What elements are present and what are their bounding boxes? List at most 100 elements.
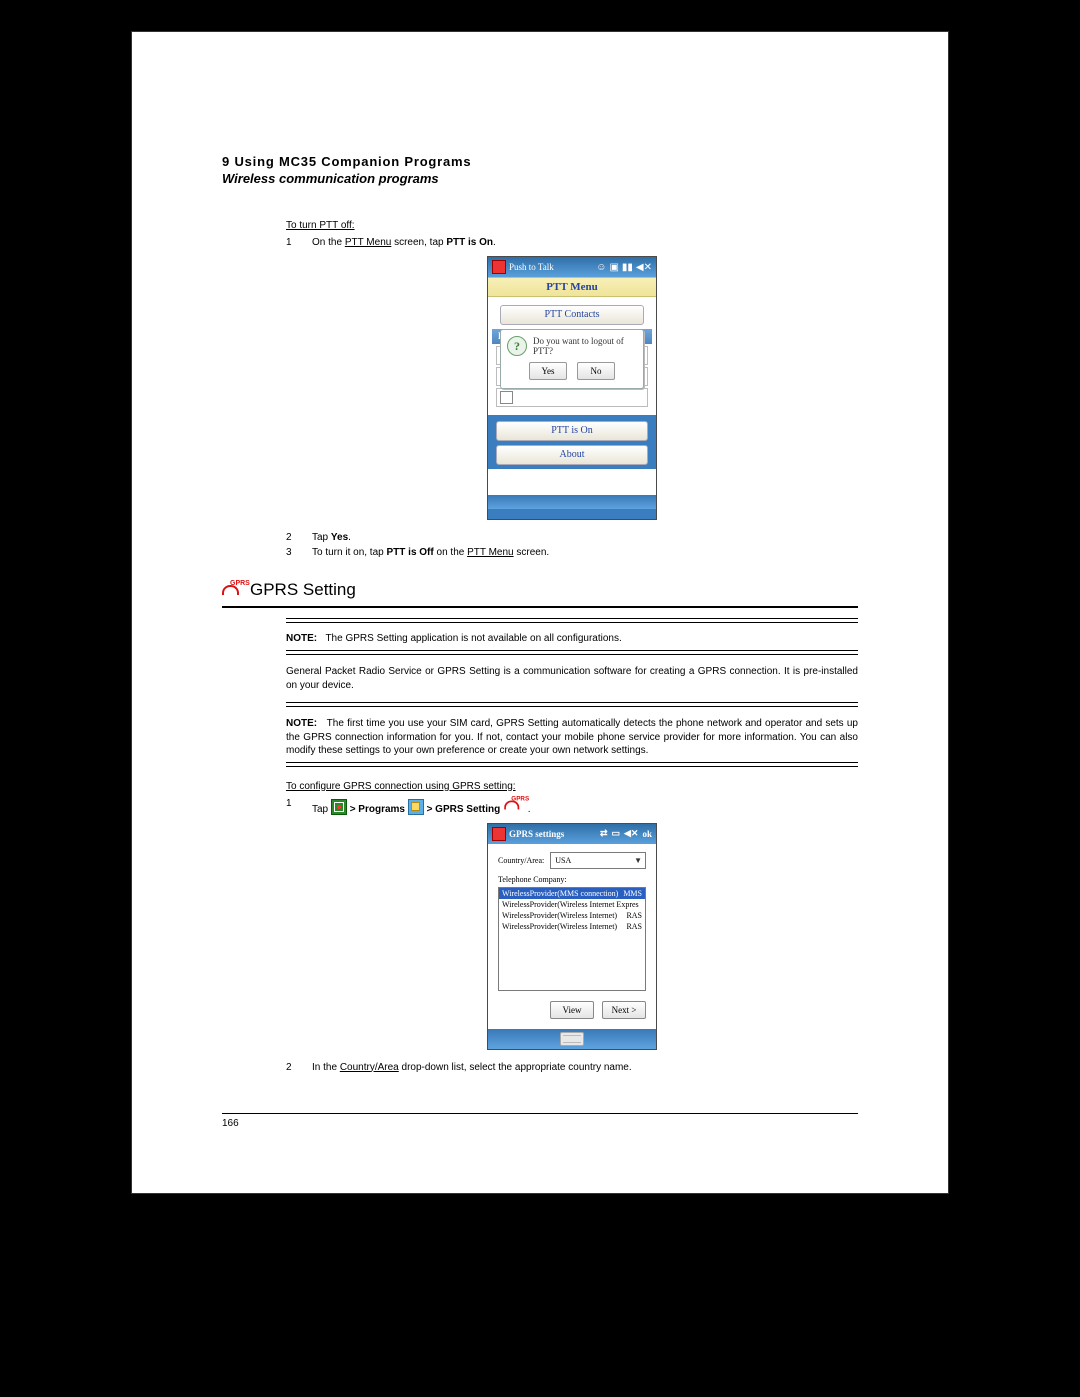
device-body: Country/Area: USA ▼ Telephone Company: W…	[488, 844, 656, 1029]
device-titlebar: Push to Talk ☺ ▣ ▮▮ ◀✕	[488, 257, 656, 277]
note-1: NOTE: The GPRS Setting application is no…	[286, 633, 858, 644]
device-titlebar: GPRS settings ⇄ ▭ ◀✕ ok	[488, 824, 656, 844]
text: In the	[312, 1062, 340, 1073]
gprs-icon	[504, 798, 524, 811]
ptt-menu-header: PTT Menu	[488, 277, 656, 297]
about-button[interactable]: About	[496, 445, 648, 465]
page-sheet: 9 Using MC35 Companion Programs Wireless…	[132, 32, 948, 1193]
list-item[interactable]: WirelessProvider(MMS connection)MMS	[499, 888, 645, 899]
text-bold: Yes	[331, 532, 348, 543]
text: .	[348, 532, 351, 543]
gprs-heading: GPRS Setting	[250, 580, 356, 600]
country-area-link: Country/Area	[340, 1062, 399, 1073]
ok-button[interactable]: ok	[642, 829, 652, 839]
text: On the	[312, 237, 345, 248]
ptt-is-on-button[interactable]: PTT is On	[496, 421, 648, 441]
battery-icon: ▣	[609, 262, 618, 273]
ptt-menu-link: PTT Menu	[345, 237, 392, 248]
company-list[interactable]: WirelessProvider(MMS connection)MMSWirel…	[498, 887, 646, 991]
speaker-icon: ◀✕	[636, 262, 652, 273]
check-row[interactable]	[496, 388, 648, 407]
step-3: 3 To turn it on, tap PTT is Off on the P…	[286, 547, 858, 558]
folder-icon: ▭	[612, 828, 621, 839]
dialog-message-row: ? Do you want to logout of PTT?	[507, 336, 637, 356]
yes-button[interactable]: Yes	[529, 362, 567, 380]
question-icon: ?	[507, 336, 527, 356]
note-rule-top	[286, 618, 858, 623]
text: Tap	[312, 532, 331, 543]
titlebar-right: ⇄ ▭ ◀✕ ok	[600, 828, 652, 839]
gprs-step-2: 2 In the Country/Area drop-down list, se…	[286, 1062, 858, 1073]
text: screen, tap	[391, 237, 446, 248]
device-blank	[488, 469, 656, 495]
logout-dialog: ? Do you want to logout of PTT? Yes No	[500, 329, 644, 389]
note2-rule-top	[286, 702, 858, 707]
heading-rule	[222, 606, 858, 608]
device-button-row: View Next >	[498, 1001, 646, 1019]
text: .	[528, 804, 531, 815]
step-text: In the Country/Area drop-down list, sele…	[312, 1062, 632, 1073]
next-button[interactable]: Next >	[602, 1001, 646, 1019]
note2-rule-bottom	[286, 762, 858, 767]
country-value: USA	[555, 856, 571, 865]
note-2: NOTE: The first time you use your SIM ca…	[286, 717, 858, 758]
figure-gprs-device: GPRS settings ⇄ ▭ ◀✕ ok Country/Area: US…	[286, 823, 858, 1050]
dialog-text: Do you want to logout of PTT?	[533, 336, 637, 356]
step-2: 2 Tap Yes.	[286, 532, 858, 543]
ptt-contacts-button[interactable]: PTT Contacts	[500, 305, 644, 325]
country-row: Country/Area: USA ▼	[498, 852, 646, 869]
text-bold: > GPRS Setting	[427, 804, 503, 815]
device-softkey-bar	[488, 1029, 656, 1049]
start-icon	[331, 799, 347, 815]
step-number: 2	[286, 1062, 312, 1073]
device-frame: GPRS settings ⇄ ▭ ◀✕ ok Country/Area: US…	[487, 823, 657, 1050]
programs-icon	[408, 799, 424, 815]
no-button[interactable]: No	[577, 362, 615, 380]
footer-rule	[222, 1113, 858, 1114]
section-line: Wireless communication programs	[222, 171, 858, 186]
page-number: 166	[222, 1118, 858, 1129]
keyboard-icon[interactable]	[560, 1032, 584, 1046]
app-title: Push to Talk	[509, 262, 554, 272]
proc-title-gprs: To configure GPRS connection using GPRS …	[286, 781, 858, 792]
view-button[interactable]: View	[550, 1001, 594, 1019]
app-title: GPRS settings	[509, 829, 564, 839]
step-text: On the PTT Menu screen, tap PTT is On.	[312, 237, 496, 248]
chapter-line: 9 Using MC35 Companion Programs	[222, 154, 858, 169]
text-bold: PTT is On	[446, 237, 493, 248]
country-select[interactable]: USA ▼	[550, 852, 646, 869]
speaker-icon: ◀✕	[624, 828, 638, 839]
windows-flag-icon[interactable]	[492, 260, 506, 274]
checkbox-icon[interactable]	[500, 391, 513, 404]
body-column: To turn PTT off: 1 On the PTT Menu scree…	[286, 220, 858, 1073]
note-label: NOTE:	[286, 633, 317, 644]
text: To turn it on, tap	[312, 547, 387, 558]
text: .	[493, 237, 496, 248]
step-1: 1 On the PTT Menu screen, tap PTT is On.	[286, 237, 858, 248]
step-number: 1	[286, 798, 312, 815]
list-item[interactable]: WirelessProvider(Wireless Internet)RAS	[499, 921, 645, 932]
note-text: The first time you use your SIM card, GP…	[286, 718, 858, 756]
list-item[interactable]: WirelessProvider(Wireless Internet Expre…	[499, 899, 645, 910]
note-rule-bottom	[286, 650, 858, 655]
proc-title-ptt-off: To turn PTT off:	[286, 220, 858, 231]
gprs-intro-para: General Packet Radio Service or GPRS Set…	[286, 665, 858, 692]
ptt-body: PTT Contacts PTT Service ? Do you want t…	[488, 297, 656, 415]
text-bold: > Programs	[350, 804, 408, 815]
dialog-buttons: Yes No	[507, 362, 637, 380]
ptt-menu-link: PTT Menu	[467, 547, 514, 558]
titlebar-right: ☺ ▣ ▮▮ ◀✕	[596, 262, 652, 273]
note-text: The GPRS Setting application is not avai…	[325, 633, 621, 644]
device-footer	[488, 495, 656, 509]
titlebar-left: Push to Talk	[492, 260, 554, 274]
windows-flag-icon[interactable]	[492, 827, 506, 841]
country-label: Country/Area:	[498, 856, 544, 865]
step-text: To turn it on, tap PTT is Off on the PTT…	[312, 547, 549, 558]
step-text: Tap Yes.	[312, 532, 351, 543]
figure-ptt-device: Push to Talk ☺ ▣ ▮▮ ◀✕ PTT Menu PTT Cont…	[286, 256, 858, 520]
text: drop-down list, select the appropriate c…	[399, 1062, 632, 1073]
device-frame: Push to Talk ☺ ▣ ▮▮ ◀✕ PTT Menu PTT Cont…	[487, 256, 657, 520]
titlebar-left: GPRS settings	[492, 827, 564, 841]
list-item[interactable]: WirelessProvider(Wireless Internet)RAS	[499, 910, 645, 921]
gprs-step-1: 1 Tap > Programs > GPRS Setting .	[286, 798, 858, 815]
